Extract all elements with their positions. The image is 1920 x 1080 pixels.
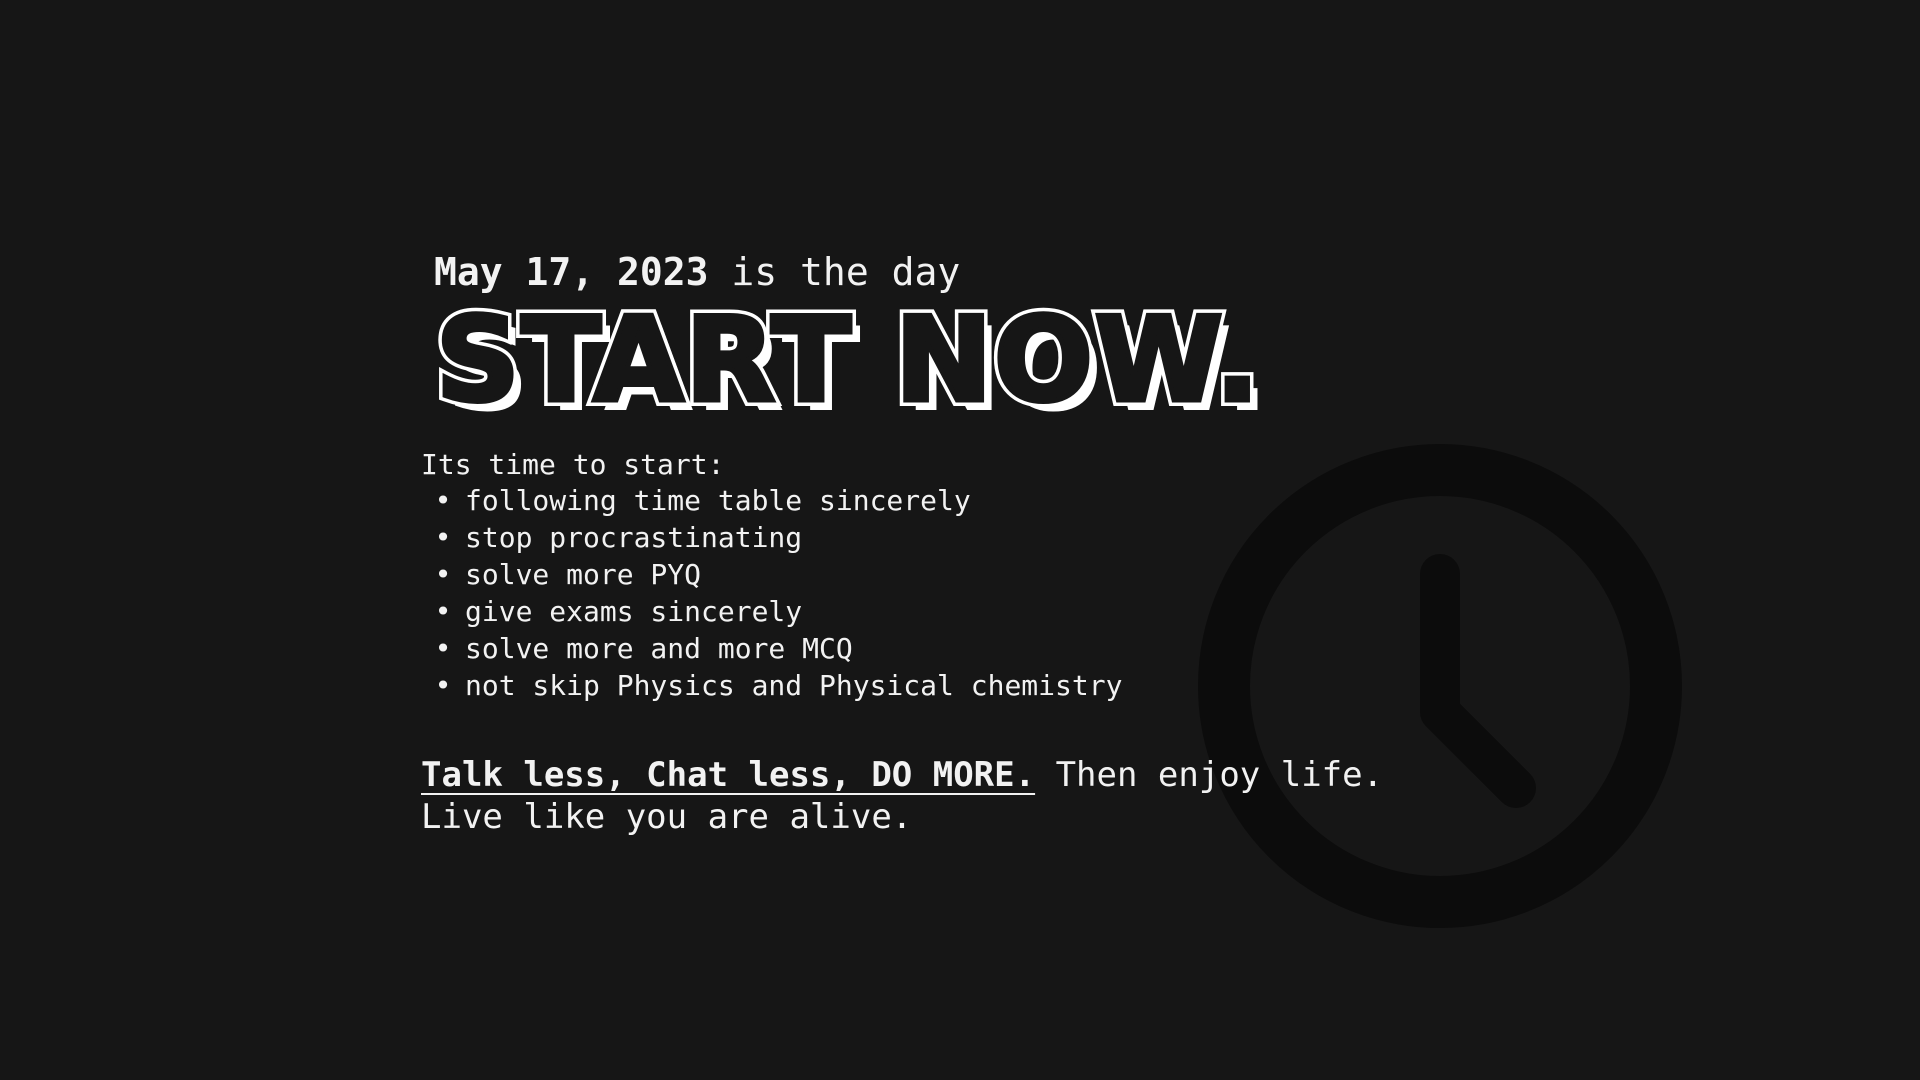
headline-inline: START NOW. — [436, 304, 1261, 428]
bullet: • — [434, 558, 452, 591]
wallpaper: May 17, 2023 is the day START NOW. START… — [0, 0, 1920, 1080]
date-line-suffix: is the day — [708, 250, 961, 294]
clock-icon — [1198, 444, 1682, 928]
list-item: • solve more PYQ — [421, 556, 1122, 593]
motto-rest: Then enjoy life. — [1035, 755, 1384, 795]
list-item: • give exams sincerely — [421, 593, 1122, 630]
list-item: • not skip Physics and Physical chemistry — [421, 667, 1123, 704]
motto-emphasis: Talk less, Chat less, DO MORE. — [421, 755, 1036, 795]
bullet: • — [434, 484, 452, 517]
motto-line-1: Talk less, Chat less, DO MORE. Then enjo… — [421, 754, 1383, 796]
list-item-text: give exams sincerely — [465, 595, 803, 628]
list-item-text: following time table sincerely — [465, 484, 971, 517]
intro-text: Its time to start: — [421, 448, 725, 481]
todo-list: • following time table sincerely • stop pr… — [421, 482, 1123, 704]
list-item-text: solve more and more MCQ — [465, 632, 853, 665]
target-date: May 17, 2023 — [434, 250, 709, 294]
list-item: • stop procrastinating — [421, 519, 1122, 556]
list-item-text: not skip Physics and Physical chemistry — [465, 669, 1123, 702]
motto-line-2: Live like you are alive. — [421, 797, 913, 837]
list-item-text: stop procrastinating — [465, 521, 803, 554]
list-item: • solve more and more MCQ — [421, 630, 1122, 667]
list-item: • following time table sincerely — [421, 482, 1122, 519]
bullet: • — [434, 632, 452, 665]
bullet: • — [434, 521, 452, 554]
bullet: • — [434, 669, 452, 702]
motto: Talk less, Chat less, DO MORE. Then enjo… — [421, 754, 1383, 838]
list-item-text: solve more PYQ — [465, 558, 702, 591]
date-line: May 17, 2023 is the day — [434, 250, 960, 294]
headline: START NOW. START NOW. START NOW. — [432, 304, 1269, 434]
bullet: • — [434, 595, 452, 628]
